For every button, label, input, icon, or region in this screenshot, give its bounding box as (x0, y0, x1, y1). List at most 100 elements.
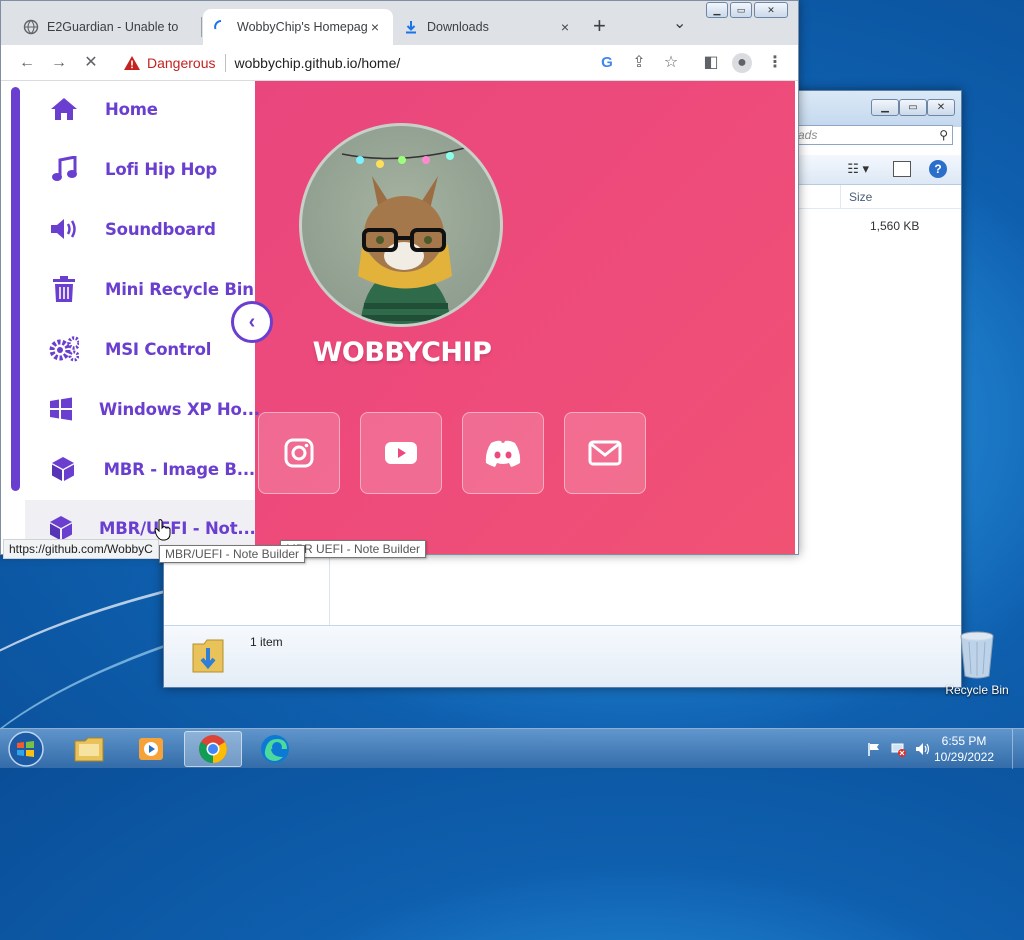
size-column-header[interactable]: Size (849, 190, 872, 204)
music-note-icon (49, 156, 79, 182)
globe-icon (23, 19, 39, 35)
downloads-folder-icon (192, 639, 224, 673)
gears-icon (49, 336, 79, 362)
nav-label: MBR/UEFI - Not... (99, 518, 256, 538)
minimize-button[interactable]: ▁ (871, 99, 899, 116)
tab-strip: E2Guardian - Unable to WobbyChip's Homep… (1, 1, 798, 45)
status-url-text: https://github.com/WobbyC (9, 542, 153, 556)
tab-downloads[interactable]: Downloads × (393, 9, 583, 45)
tab-wobbychip-homepage[interactable]: WobbyChip's Homepage × (203, 9, 393, 45)
home-icon (49, 96, 79, 122)
nav-label: MBR - Image B... (103, 459, 256, 479)
cat-with-glasses-image (341, 145, 473, 324)
url-text[interactable]: wobbychip.github.io/home/ (235, 55, 401, 71)
clock-time: 6:55 PM (941, 734, 987, 748)
instagram-button[interactable] (258, 412, 340, 494)
trash-icon (49, 276, 79, 302)
stop-loading-icon[interactable]: ✕ (81, 53, 101, 73)
tab-close-icon[interactable]: × (367, 19, 383, 35)
view-options-icon[interactable]: ☷ ▾ (847, 161, 869, 177)
explorer-details-pane: 1 item (164, 625, 961, 687)
chrome-window: E2Guardian - Unable to WobbyChip's Homep… (0, 0, 799, 555)
forward-arrow-icon[interactable]: → (49, 53, 69, 73)
taskbar: 6:55 PM 10/29/2022 (0, 728, 1024, 769)
youtube-button[interactable] (360, 412, 442, 494)
show-desktop-button[interactable] (1012, 729, 1024, 769)
tab-title: Downloads (427, 20, 489, 34)
system-clock[interactable]: 6:55 PM 10/29/2022 (924, 733, 1004, 765)
email-button[interactable] (564, 412, 646, 494)
taskbar-media-player[interactable] (122, 731, 180, 767)
taskbar-edge[interactable] (246, 731, 304, 767)
browser-toolbar: ← → ✕ Dangerous wobbychip.github.io/home… (1, 45, 798, 81)
tab-title: WobbyChip's Homepage (237, 20, 367, 34)
tooltip-primary: MBR/UEFI - Note Builder (159, 545, 306, 563)
help-icon[interactable]: ? (929, 160, 947, 178)
maximize-button[interactable]: ▭ (730, 2, 752, 18)
nav-label: MSI Control (105, 339, 212, 359)
instagram-icon (284, 438, 314, 468)
nav-label: Soundboard (105, 219, 216, 239)
recycle-bin-icon (960, 631, 994, 679)
preview-pane-icon[interactable] (893, 161, 911, 177)
desktop-recycle-bin[interactable]: Recycle Bin (942, 630, 1012, 697)
share-icon[interactable]: ⇪ (629, 53, 649, 73)
close-button[interactable]: ✕ (927, 99, 955, 116)
menu-kebab-icon[interactable]: ⋮ (765, 53, 785, 73)
site-sidebar: Home Lofi Hip Hop Soundboard Mini Recycl… (1, 81, 260, 554)
explorer-search-input[interactable]: ads ⚲ (793, 125, 953, 145)
google-lens-icon[interactable]: G (597, 53, 617, 73)
mail-icon (588, 440, 622, 466)
maximize-button[interactable]: ▭ (899, 99, 927, 116)
taskbar-chrome[interactable] (184, 731, 242, 767)
side-panel-icon[interactable]: ◧ (701, 53, 721, 73)
nav-item-windows-xp[interactable]: Windows XP Ho... (25, 381, 260, 437)
search-placeholder: ads (798, 128, 818, 142)
tab-title: E2Guardian - Unable to (47, 20, 179, 34)
youtube-icon (385, 442, 417, 464)
desktop: { "browser": { "tabs": [ {"title": "E2Gu… (0, 0, 1024, 940)
windows-orb-icon (8, 731, 44, 767)
nav-item-lofi-hip-hop[interactable]: Lofi Hip Hop (25, 141, 255, 197)
edge-icon (261, 735, 289, 763)
nav-item-home[interactable]: Home (25, 81, 255, 137)
tab-close-icon[interactable]: × (557, 19, 573, 35)
sidebar-collapse-button[interactable]: ‹ (231, 301, 273, 343)
tab-search-button[interactable]: ⌄ (673, 13, 686, 33)
chevron-left-icon: ‹ (248, 310, 256, 333)
download-icon (406, 21, 416, 34)
action-center-flag-icon[interactable] (866, 741, 882, 757)
taskbar-explorer[interactable] (60, 731, 118, 767)
warning-icon (124, 56, 140, 70)
address-bar[interactable]: Dangerous wobbychip.github.io/home/ (113, 50, 675, 76)
page-viewport: Home Lofi Hip Hop Soundboard Mini Recycl… (1, 81, 795, 554)
profile-avatar-icon[interactable]: ● (732, 53, 752, 73)
nav-item-mini-recycle-bin[interactable]: Mini Recycle Bin (25, 261, 255, 317)
windows-icon (49, 397, 73, 421)
back-arrow-icon[interactable]: ← (17, 53, 37, 73)
nav-label: Lofi Hip Hop (105, 159, 218, 179)
sidebar-rail (11, 87, 20, 491)
site-brand-title: WOBBYCHIP (312, 337, 492, 368)
security-status-label[interactable]: Dangerous (147, 55, 216, 71)
tab-e2guardian[interactable]: E2Guardian - Unable to (13, 9, 203, 45)
nav-item-msi-control[interactable]: MSI Control (25, 321, 255, 377)
search-icon: ⚲ (939, 128, 948, 142)
tooltip-text: MBR/UEFI - Note Builder (165, 547, 300, 561)
nav-label: Windows XP Ho... (99, 399, 260, 419)
nav-label: Home (105, 99, 158, 119)
nav-label: Mini Recycle Bin (105, 279, 254, 299)
hand-cursor-icon (154, 519, 171, 541)
tooltip-text: MBR UEFI - Note Builder (286, 542, 421, 556)
discord-button[interactable] (462, 412, 544, 494)
bookmark-star-icon[interactable]: ☆ (661, 53, 681, 73)
start-button[interactable] (4, 729, 48, 769)
cube-icon (49, 515, 73, 541)
network-disconnected-icon[interactable] (890, 741, 906, 757)
media-player-icon (139, 738, 163, 760)
close-button[interactable]: ✕ (754, 2, 788, 18)
new-tab-button[interactable]: + (593, 13, 606, 39)
minimize-button[interactable]: ▁ (706, 2, 728, 18)
nav-item-soundboard[interactable]: Soundboard (25, 201, 255, 257)
nav-item-mbr-image-builder[interactable]: MBR - Image B... (25, 441, 255, 497)
